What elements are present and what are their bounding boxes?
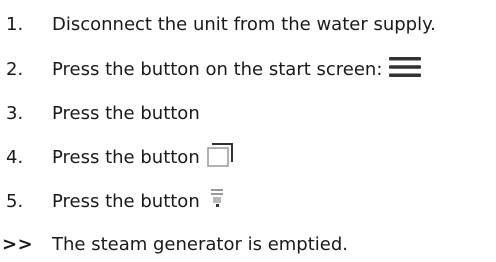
step-text: Disconnect the unit from the water suppl… [52, 13, 436, 35]
step-text: Press the button [52, 146, 200, 168]
result-marker: >> [2, 233, 34, 255]
step-4: 4. Press the button [0, 139, 234, 175]
step-number: 5. [6, 190, 24, 212]
step-5: 5. Press the button [0, 183, 230, 219]
step-number: 4. [6, 146, 24, 168]
result-text: The steam generator is emptied. [52, 233, 349, 255]
step-number: 1. [6, 13, 24, 35]
step-text: Press the button [52, 190, 200, 212]
step-text: Press the button [52, 102, 200, 124]
steam-generator-drain-icon [206, 186, 230, 217]
step-2: 2. Press the button on the start screen: [0, 51, 422, 87]
step-number: 3. [6, 102, 24, 124]
result-line: >> The steam generator is emptied. [0, 226, 348, 262]
instruction-steps: 1. Disconnect the unit from the water su… [0, 0, 496, 260]
hamburger-menu-icon [388, 55, 422, 84]
window-copy-icon [206, 142, 234, 173]
step-1: 1. Disconnect the unit from the water su… [0, 6, 436, 42]
step-number: 2. [6, 58, 24, 80]
step-text: Press the button on the start screen: [52, 58, 383, 80]
step-3: 3. Press the button [0, 95, 200, 131]
